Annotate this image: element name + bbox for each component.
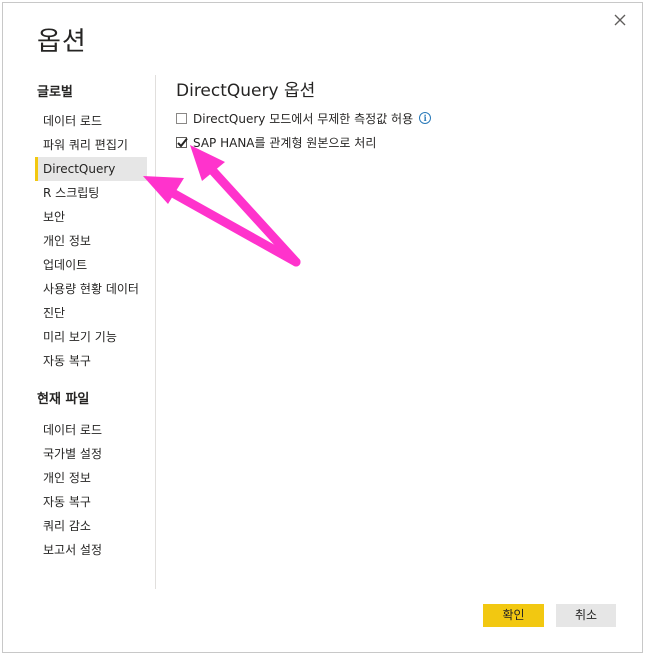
sidebar-item-usage-data[interactable]: 사용량 현황 데이터 <box>35 277 147 301</box>
checkmark-icon <box>177 137 188 147</box>
sidebar-item-file-data-load[interactable]: 데이터 로드 <box>35 418 147 442</box>
sidebar-item-file-auto-recovery[interactable]: 자동 복구 <box>35 490 147 514</box>
sidebar-item-diagnostics[interactable]: 진단 <box>35 301 147 325</box>
current-file-heading: 현재 파일 <box>37 392 90 407</box>
sidebar-item-privacy[interactable]: 개인 정보 <box>35 229 147 253</box>
cancel-button[interactable]: 취소 <box>556 604 616 627</box>
option-sap-hana-relational[interactable]: SAP HANA를 관계형 원본으로 처리 <box>176 130 376 154</box>
close-icon[interactable] <box>612 12 628 28</box>
options-dialog: 옵션 글로벌 데이터 로드 파워 쿼리 편집기 DirectQuery R 스크… <box>2 2 643 653</box>
sidebar-item-preview-features[interactable]: 미리 보기 기능 <box>35 325 147 349</box>
option-unlimited-measures[interactable]: DirectQuery 모드에서 무제한 측정값 허용 i <box>176 106 432 130</box>
unlimited-measures-checkbox[interactable] <box>176 112 187 124</box>
content-title: DirectQuery 옵션 <box>176 81 316 101</box>
sidebar-item-report-settings[interactable]: 보고서 설정 <box>35 538 147 562</box>
sidebar-item-query-reduction[interactable]: 쿼리 감소 <box>35 514 147 538</box>
sidebar-item-regional-settings[interactable]: 국가별 설정 <box>35 442 147 466</box>
sidebar-item-updates[interactable]: 업데이트 <box>35 253 147 277</box>
sidebar-item-power-query-editor[interactable]: 파워 쿼리 편집기 <box>35 133 147 157</box>
sidebar-item-data-load[interactable]: 데이터 로드 <box>35 109 147 133</box>
sidebar-item-file-privacy[interactable]: 개인 정보 <box>35 466 147 490</box>
directquery-options-panel: DirectQuery 옵션 DirectQuery 모드에서 무제한 측정값 … <box>176 79 626 150</box>
dialog-title: 옵션 <box>37 27 87 57</box>
sidebar-item-auto-recovery[interactable]: 자동 복구 <box>35 349 147 373</box>
sidebar-divider <box>155 75 156 589</box>
sidebar-item-security[interactable]: 보안 <box>35 205 147 229</box>
sap-hana-relational-checkbox[interactable] <box>176 136 188 148</box>
sidebar-item-directquery[interactable]: DirectQuery <box>35 157 147 181</box>
global-heading: 글로벌 <box>37 85 73 100</box>
options-sidebar: 글로벌 데이터 로드 파워 쿼리 편집기 DirectQuery R 스크립팅 … <box>35 83 147 562</box>
sap-hana-relational-label: SAP HANA를 관계형 원본으로 처리 <box>193 135 377 150</box>
ok-button[interactable]: 확인 <box>483 604 544 627</box>
info-icon[interactable]: i <box>419 112 432 124</box>
unlimited-measures-label: DirectQuery 모드에서 무제한 측정값 허용 <box>193 111 414 126</box>
sidebar-item-r-scripting[interactable]: R 스크립팅 <box>35 181 147 205</box>
